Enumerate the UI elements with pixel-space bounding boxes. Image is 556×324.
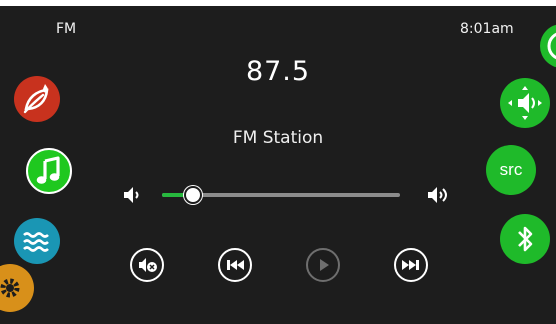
source-button-label: src — [500, 160, 523, 179]
clock: 8:01am — [460, 21, 514, 37]
play-icon — [320, 259, 329, 271]
device-frame: FM 8:01am 87.5 FM Station src — [0, 0, 556, 324]
water-waves-icon — [23, 232, 49, 252]
mute-button[interactable] — [130, 248, 164, 282]
settings-gear-icon — [0, 278, 20, 298]
speaker-select-icon — [508, 86, 542, 120]
source-button[interactable]: src — [486, 145, 536, 195]
music-button[interactable] — [26, 148, 72, 194]
volume-high-icon — [428, 187, 447, 203]
music-note-icon — [36, 156, 60, 184]
stereo-screen: FM 8:01am 87.5 FM Station src — [0, 6, 556, 324]
next-track-button[interactable] — [394, 248, 428, 282]
source-label: FM — [56, 21, 77, 37]
source-button-label-area: src — [500, 160, 523, 179]
speaker-select-button[interactable] — [500, 78, 550, 128]
settings-button[interactable] — [0, 264, 34, 312]
previous-icon — [227, 260, 244, 270]
bluetooth-button[interactable] — [500, 214, 550, 264]
volume-slider-knob[interactable] — [183, 186, 202, 204]
partial-icon — [547, 32, 556, 60]
heat-leaf-icon — [23, 84, 49, 114]
top-partial-button[interactable] — [540, 24, 556, 68]
mute-icon — [139, 258, 157, 272]
bluetooth-icon — [518, 226, 533, 252]
play-button[interactable] — [306, 248, 340, 282]
heat-button[interactable] — [14, 76, 60, 122]
next-icon — [402, 260, 419, 270]
volume-low-icon — [124, 187, 139, 203]
previous-track-button[interactable] — [218, 248, 252, 282]
station-name: FM Station — [232, 128, 324, 148]
frequency-display: 87.5 — [245, 56, 311, 87]
waves-button[interactable] — [14, 218, 60, 264]
